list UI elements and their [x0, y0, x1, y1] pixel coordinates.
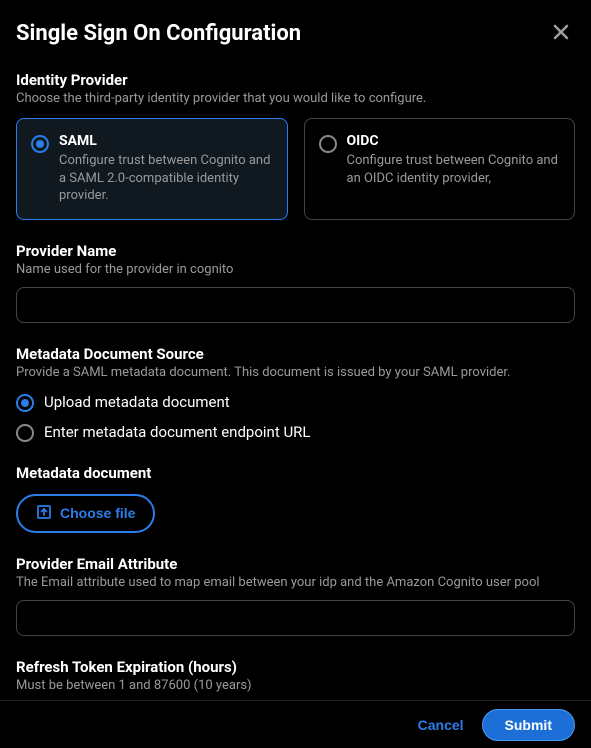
- email-attr-subtitle: The Email attribute used to map email be…: [16, 575, 575, 590]
- close-icon: [551, 22, 571, 45]
- radio-upload[interactable]: [16, 394, 34, 412]
- provider-oidc-desc: Configure trust between Cognito and an O…: [347, 152, 561, 187]
- provider-card-oidc[interactable]: OIDC Configure trust between Cognito and…: [304, 118, 576, 220]
- submit-button[interactable]: Submit: [482, 709, 575, 741]
- token-expiration-subtitle: Must be between 1 and 87600 (10 years): [16, 678, 575, 693]
- metadata-url-label: Enter metadata document endpoint URL: [44, 423, 311, 441]
- radio-saml[interactable]: [31, 135, 49, 153]
- provider-name-input[interactable]: [16, 287, 575, 323]
- metadata-upload-label: Upload metadata document: [44, 393, 230, 411]
- provider-name-subtitle: Name used for the provider in cognito: [16, 262, 575, 277]
- email-attr-input[interactable]: [16, 600, 575, 636]
- metadata-upload-option[interactable]: Upload metadata document: [16, 392, 575, 412]
- provider-saml-label: SAML: [59, 133, 273, 149]
- radio-oidc[interactable]: [319, 135, 337, 153]
- identity-provider-subtitle: Choose the third-party identity provider…: [16, 91, 575, 106]
- metadata-source-title: Metadata Document Source: [16, 345, 575, 363]
- token-expiration-title: Refresh Token Expiration (hours): [16, 658, 575, 676]
- modal-footer: Cancel Submit: [0, 700, 591, 748]
- metadata-url-option[interactable]: Enter metadata document endpoint URL: [16, 422, 575, 442]
- email-attr-title: Provider Email Attribute: [16, 555, 575, 573]
- upload-icon: [36, 504, 52, 523]
- metadata-document-title: Metadata document: [16, 464, 575, 482]
- provider-saml-desc: Configure trust between Cognito and a SA…: [59, 152, 273, 205]
- provider-card-saml[interactable]: SAML Configure trust between Cognito and…: [16, 118, 288, 220]
- close-button[interactable]: [547, 18, 575, 49]
- page-title: Single Sign On Configuration: [16, 21, 301, 46]
- provider-name-title: Provider Name: [16, 242, 575, 260]
- metadata-source-subtitle: Provide a SAML metadata document. This d…: [16, 365, 575, 380]
- provider-oidc-label: OIDC: [347, 133, 561, 149]
- choose-file-button[interactable]: Choose file: [16, 494, 155, 533]
- cancel-button[interactable]: Cancel: [418, 717, 464, 733]
- radio-url[interactable]: [16, 424, 34, 442]
- choose-file-label: Choose file: [60, 505, 135, 521]
- identity-provider-title: Identity Provider: [16, 71, 575, 89]
